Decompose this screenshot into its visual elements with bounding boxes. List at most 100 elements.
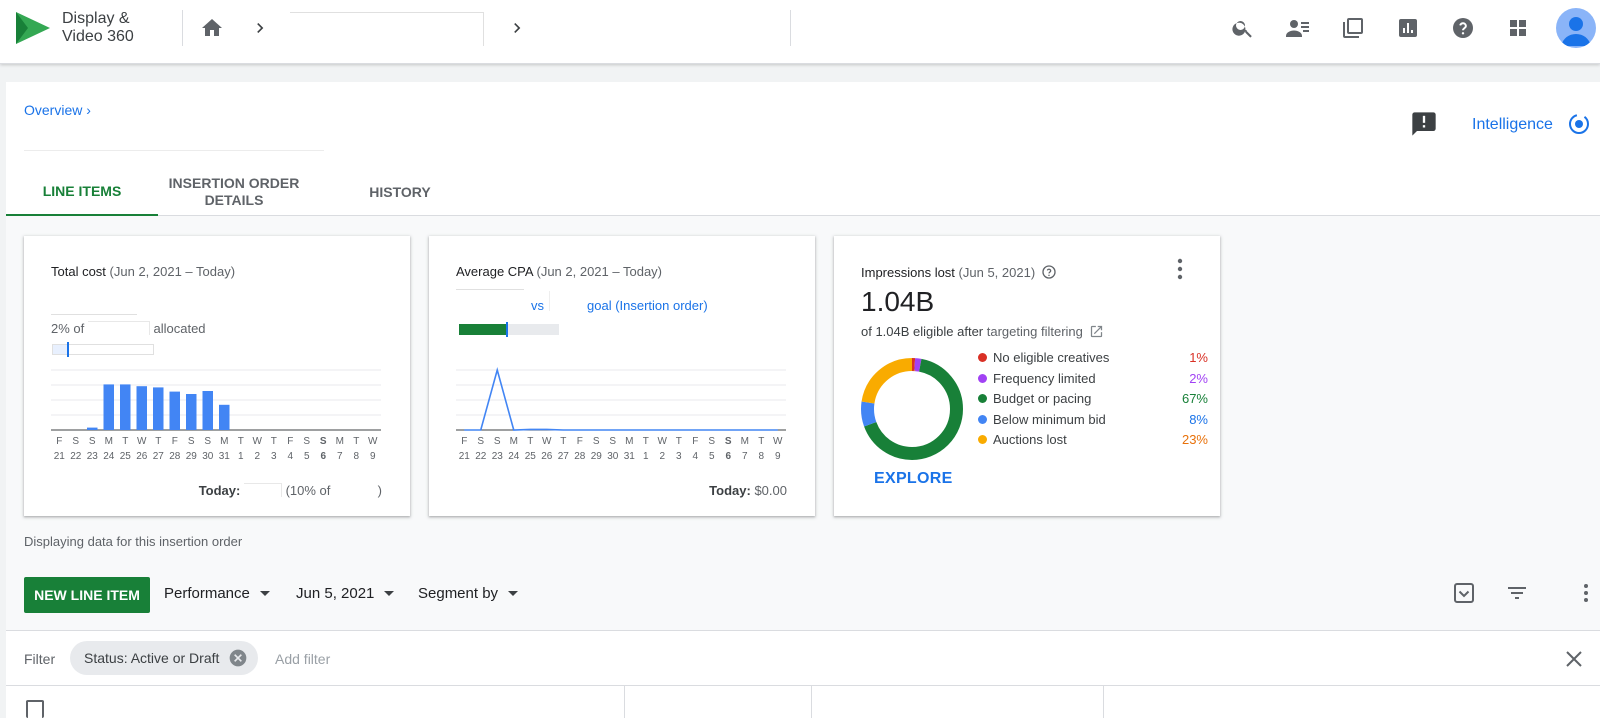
- x-tick-label: 27: [558, 451, 570, 462]
- average-cpa-chart: F21S22S23M24T25W26T27F28S29S30M31T1W2T3F…: [456, 366, 786, 462]
- x-tick-weekday: M: [105, 436, 113, 447]
- segment-by-dropdown[interactable]: Segment by: [418, 585, 519, 602]
- x-tick-label: 24: [103, 451, 115, 462]
- overview-breadcrumb-link[interactable]: Overview ›: [24, 102, 91, 118]
- x-tick-label: 5: [709, 451, 715, 462]
- more-vert-icon[interactable]: [1170, 256, 1190, 282]
- today-cpa: Today: $0.00: [709, 483, 787, 498]
- legend-percent: 1%: [1189, 350, 1208, 365]
- intelligence-button[interactable]: Intelligence: [1472, 116, 1553, 134]
- x-tick-label: 23: [492, 451, 504, 462]
- account-switch-icon[interactable]: [1286, 16, 1310, 40]
- more-vert-icon[interactable]: [1574, 581, 1598, 605]
- total-cost-card: Total cost (Jun 2, 2021 – Today) 2% of a…: [24, 236, 410, 516]
- x-tick-label: 28: [574, 451, 586, 462]
- card-title: Average CPA (Jun 2, 2021 – Today): [456, 264, 662, 279]
- bar[interactable]: [103, 384, 115, 430]
- display-note: Displaying data for this insertion order: [24, 534, 243, 549]
- x-tick-weekday: T: [271, 436, 277, 447]
- filter-list-icon[interactable]: [1505, 581, 1529, 605]
- x-tick-weekday: T: [643, 436, 649, 447]
- x-tick-weekday: F: [287, 436, 293, 447]
- search-icon[interactable]: [1231, 16, 1255, 40]
- x-tick-label: 7: [337, 451, 343, 462]
- add-filter-input[interactable]: Add filter: [275, 651, 330, 667]
- x-tick-weekday: W: [773, 436, 783, 447]
- download-icon[interactable]: [1452, 581, 1476, 605]
- x-tick-label: 21: [54, 451, 66, 462]
- x-tick-weekday: T: [527, 436, 533, 447]
- app-name: Display & Video 360: [62, 10, 134, 45]
- tab-history[interactable]: HISTORY: [340, 168, 460, 216]
- x-tick-weekday: M: [741, 436, 749, 447]
- close-icon[interactable]: [1562, 647, 1586, 671]
- bar[interactable]: [186, 394, 197, 430]
- column-divider: [1103, 686, 1104, 718]
- x-tick-label: 30: [607, 451, 619, 462]
- x-tick-label: 30: [202, 451, 214, 462]
- x-tick-label: 26: [136, 451, 148, 462]
- x-tick-weekday: S: [494, 436, 501, 447]
- x-tick-weekday: S: [204, 436, 211, 447]
- x-tick-label: 3: [676, 451, 682, 462]
- home-icon[interactable]: [200, 16, 224, 40]
- column-divider: [811, 686, 812, 718]
- x-tick-weekday: S: [89, 436, 96, 447]
- intelligence-icon[interactable]: [1566, 111, 1592, 137]
- x-tick-label: 2: [659, 451, 665, 462]
- tab-insertion-order-details[interactable]: INSERTION ORDER DETAILS: [158, 168, 310, 216]
- divider: [549, 291, 550, 311]
- x-tick-label: 6: [320, 451, 326, 462]
- x-tick-weekday: S: [320, 436, 327, 447]
- bar[interactable]: [153, 387, 164, 430]
- main-panel: Overview › Intelligence LINE ITEMS INSER…: [6, 82, 1600, 718]
- breadcrumb-advertiser[interactable]: [290, 12, 484, 46]
- bar[interactable]: [87, 427, 98, 430]
- apps-icon[interactable]: [1506, 16, 1530, 40]
- x-tick-weekday: M: [510, 436, 518, 447]
- x-tick-weekday: T: [560, 436, 566, 447]
- open-in-new-icon[interactable]: [1089, 324, 1104, 339]
- x-tick-weekday: S: [303, 436, 310, 447]
- legend-item: Below minimum bid 8%: [978, 412, 1208, 432]
- explore-button[interactable]: EXPLORE: [874, 470, 952, 488]
- targeting-filtering-link[interactable]: targeting filtering: [987, 324, 1083, 339]
- status-filter-chip[interactable]: Status: Active or Draft: [70, 641, 258, 675]
- help-outline-icon[interactable]: [1041, 264, 1057, 280]
- new-line-item-button[interactable]: NEW LINE ITEM: [24, 577, 150, 613]
- report-icon[interactable]: [1396, 16, 1420, 40]
- x-tick-label: 23: [87, 451, 99, 462]
- performance-dropdown[interactable]: Performance: [164, 585, 270, 602]
- help-icon[interactable]: [1451, 16, 1475, 40]
- x-tick-weekday: T: [758, 436, 764, 447]
- x-tick-weekday: F: [172, 436, 178, 447]
- x-tick-label: 29: [186, 451, 198, 462]
- x-tick-label: 9: [775, 451, 781, 462]
- legend-item: Budget or pacing 67%: [978, 391, 1208, 411]
- x-tick-label: 31: [624, 451, 636, 462]
- feedback-icon[interactable]: [1410, 110, 1438, 138]
- x-tick-weekday: W: [137, 436, 147, 447]
- dv360-logo-icon[interactable]: [14, 10, 52, 46]
- cpa-goal-link[interactable]: goal (Insertion order): [587, 298, 708, 313]
- bar[interactable]: [120, 384, 131, 430]
- date-dropdown[interactable]: Jun 5, 2021: [296, 585, 395, 602]
- bar[interactable]: [169, 391, 181, 430]
- cancel-icon[interactable]: [228, 648, 248, 668]
- legend-item: Frequency limited 2%: [978, 371, 1208, 391]
- select-all-checkbox[interactable]: [26, 700, 44, 718]
- bar[interactable]: [136, 386, 148, 430]
- copy-icon[interactable]: [1341, 16, 1365, 40]
- bar[interactable]: [202, 391, 214, 430]
- tab-line-items[interactable]: LINE ITEMS: [6, 168, 158, 216]
- legend-item: No eligible creatives 1%: [978, 350, 1208, 370]
- x-tick-label: 28: [169, 451, 181, 462]
- x-tick-weekday: S: [477, 436, 484, 447]
- avatar[interactable]: [1556, 8, 1596, 48]
- bar[interactable]: [219, 404, 230, 430]
- x-tick-label: 3: [271, 451, 277, 462]
- total-cost-chart: F21S22S23M24T25W26T27F28S29S30M31T1W2T3F…: [51, 369, 381, 462]
- page-title-underline: [24, 150, 324, 151]
- cpa-progress-bar: [459, 322, 559, 337]
- x-tick-label: 27: [153, 451, 165, 462]
